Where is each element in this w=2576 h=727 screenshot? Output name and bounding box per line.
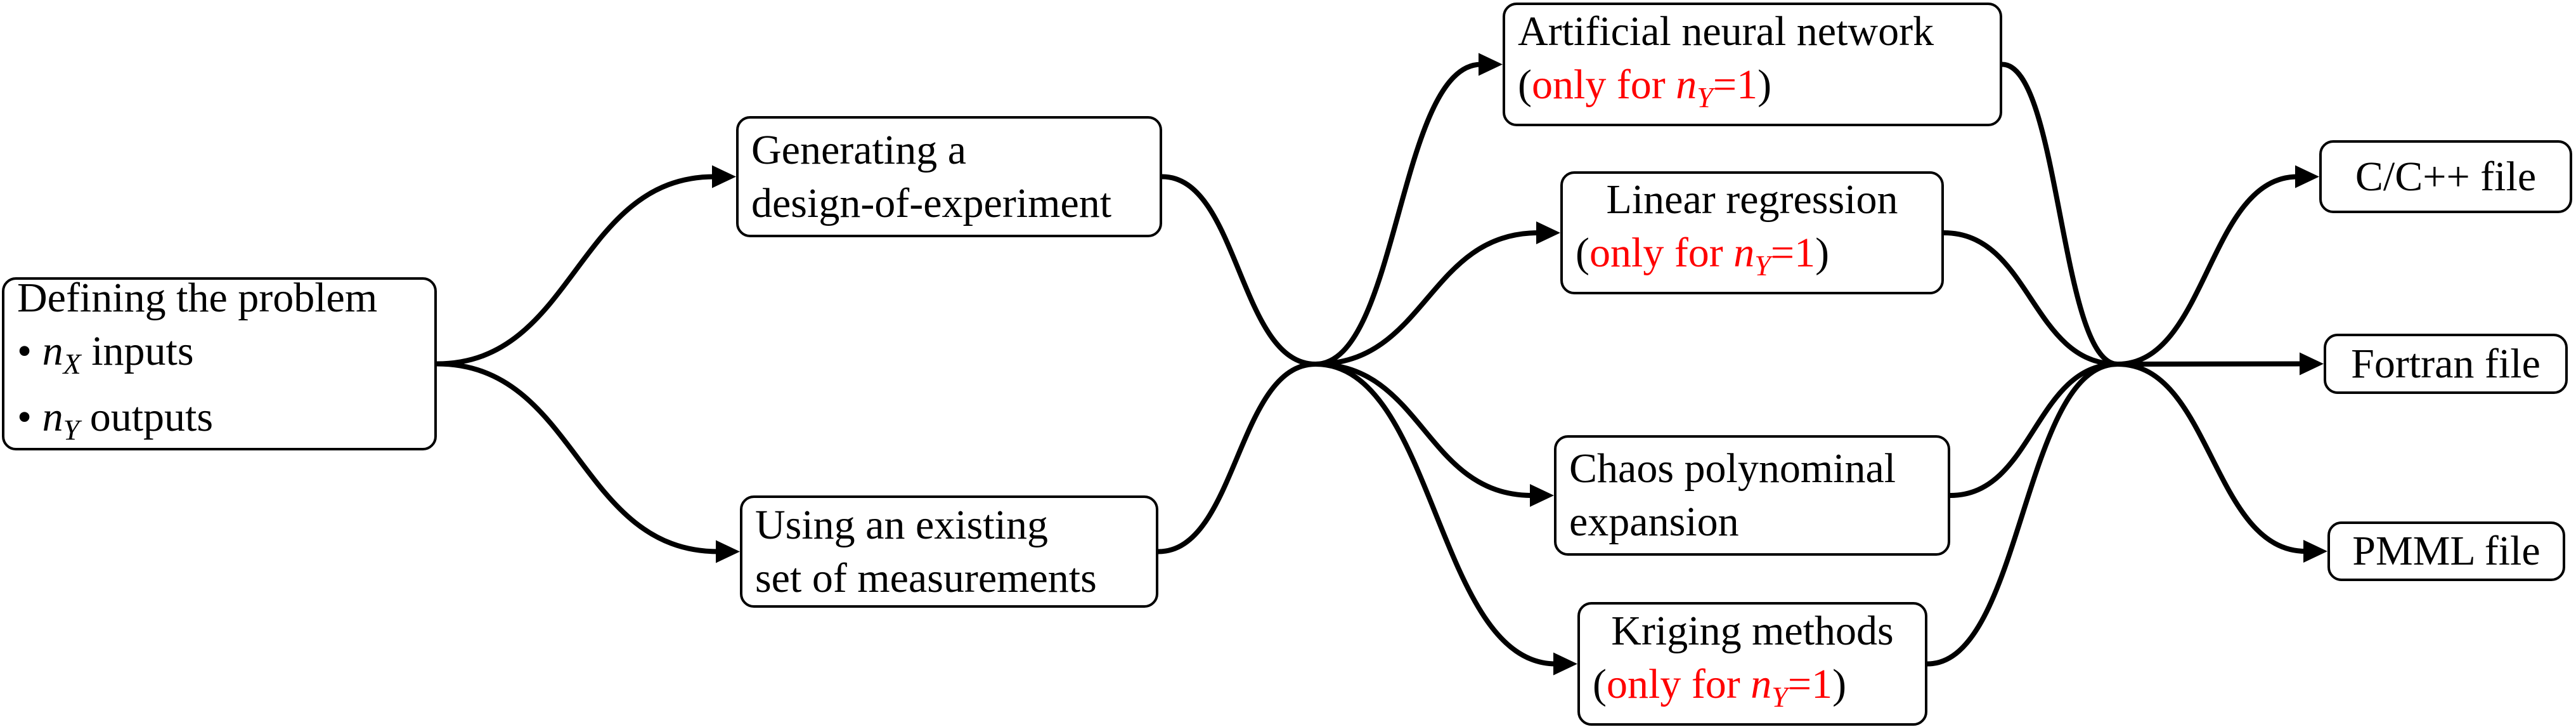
node-defining-problem: Defining the problem • nX inputs • nY outp… xyxy=(2,275,437,450)
text-fragment: set of measurements xyxy=(755,554,1097,601)
node-text-line: Defining the problem xyxy=(17,272,422,325)
edge-hub2-to-c xyxy=(2117,174,2298,367)
node-text-line: (only for nY=1) xyxy=(1518,58,1987,124)
text-fragment: Kriging methods xyxy=(1611,607,1894,654)
text-fragment: n xyxy=(1733,230,1755,276)
text-fragment: Artificial neural network xyxy=(1518,8,1934,55)
node-text-line: Fortran file xyxy=(2339,337,2553,391)
node-text-line: design-of-experiment xyxy=(751,177,1147,230)
text-fragment: PMML file xyxy=(2352,528,2540,574)
text-fragment: n xyxy=(1751,660,1772,707)
text-fragment: ( xyxy=(1593,660,1607,707)
text-fragment: • xyxy=(17,393,42,440)
node-text-line: • nX inputs xyxy=(17,325,422,391)
text-fragment: Defining the problem xyxy=(17,274,378,321)
node-chaos-polynomial-expansion: Chaos polynominal expansion xyxy=(1554,435,1950,556)
node-artificial-neural-network: Artificial neural network (only for nY=1) xyxy=(1503,3,2002,126)
text-fragment: only for xyxy=(1606,660,1751,707)
edge-define-to-use xyxy=(436,361,719,554)
edge-hub1-to-ann xyxy=(1315,62,1482,367)
text-fragment: design-of-experiment xyxy=(751,180,1112,226)
arrowhead-icon xyxy=(1530,484,1554,507)
text-fragment: =1 xyxy=(1787,660,1833,707)
arrowhead-icon xyxy=(1553,652,1577,676)
text-fragment: C/C++ file xyxy=(2355,153,2537,200)
node-linear-regression: Linear regression (only for nY=1) xyxy=(1560,171,1944,294)
node-text-line: C/C++ file xyxy=(2334,150,2557,204)
node-fortran-file: Fortran file xyxy=(2324,334,2568,394)
text-fragment: Y xyxy=(1697,81,1713,114)
node-text-line: (only for nY=1) xyxy=(1593,658,1912,724)
arrowhead-icon xyxy=(716,540,740,563)
arrowhead-icon xyxy=(2300,352,2324,376)
text-fragment: ( xyxy=(1518,61,1532,108)
edge-ann-to-hub2 xyxy=(2002,62,2118,367)
node-pmml-file: PMML file xyxy=(2327,521,2565,581)
text-fragment: ( xyxy=(1576,230,1589,276)
text-fragment: expansion xyxy=(1569,499,1739,545)
node-text-line: expansion xyxy=(1569,495,1935,549)
text-fragment: =1 xyxy=(1712,61,1758,108)
edge-hub2-to-fortran xyxy=(2117,361,2303,367)
text-fragment: Generating a xyxy=(751,126,966,173)
node-text-line: Using an existing xyxy=(755,499,1143,552)
text-fragment: =1 xyxy=(1770,230,1816,276)
text-fragment: Y xyxy=(1754,249,1771,282)
text-fragment: only for xyxy=(1531,61,1676,108)
edge-krig-to-hub2 xyxy=(1927,362,2118,667)
arrowhead-icon xyxy=(2303,540,2327,563)
edge-use-to-hub1 xyxy=(1158,362,1316,554)
node-text-line: Chaos polynominal xyxy=(1569,442,1935,495)
text-fragment: Linear regression xyxy=(1606,176,1898,223)
text-fragment: Using an existing xyxy=(755,501,1048,548)
text-fragment: inputs xyxy=(81,327,194,374)
node-text-line: PMML file xyxy=(2343,525,2550,578)
arrowhead-icon xyxy=(712,165,736,188)
edge-gen-to-hub1 xyxy=(1162,174,1316,367)
node-text-line: set of measurements xyxy=(755,552,1143,605)
edge-hub2-to-pmml xyxy=(2117,362,2307,554)
text-fragment: n xyxy=(1676,61,1697,108)
text-fragment: ) xyxy=(1832,660,1847,707)
node-kriging-methods: Kriging methods (only for nY=1) xyxy=(1577,602,1927,726)
arrowhead-icon xyxy=(1536,221,1560,244)
text-fragment: ) xyxy=(1757,61,1772,108)
edge-hub1-to-chaos xyxy=(1315,362,1533,498)
arrowhead-icon xyxy=(1479,53,1503,76)
node-text-line: Kriging methods xyxy=(1593,605,1912,658)
node-text-line: (only for nY=1) xyxy=(1576,226,1929,292)
text-fragment: outputs xyxy=(79,393,214,440)
text-fragment: X xyxy=(63,347,81,380)
text-fragment: n xyxy=(42,327,63,374)
text-fragment: Y xyxy=(1771,680,1788,713)
node-existing-measurements: Using an existing set of measurements xyxy=(740,495,1158,608)
edge-hub1-to-krig xyxy=(1315,362,1557,667)
node-text-line: Artificial neural network xyxy=(1518,5,1987,58)
arrowhead-icon xyxy=(2295,165,2319,188)
text-fragment: • xyxy=(17,327,42,374)
text-fragment: only for xyxy=(1589,230,1734,276)
edge-define-to-gen xyxy=(436,174,715,367)
text-fragment: Y xyxy=(63,413,80,446)
node-generating-doe: Generating a design-of-experiment xyxy=(736,116,1162,237)
node-text-line: • nY outputs xyxy=(17,391,422,457)
text-fragment: ) xyxy=(1815,230,1830,276)
node-c-cpp-file: C/C++ file xyxy=(2319,140,2572,213)
node-text-line: Linear regression xyxy=(1576,173,1929,226)
text-fragment: Chaos polynominal xyxy=(1569,445,1896,492)
text-fragment: n xyxy=(42,393,63,440)
text-fragment: Fortran file xyxy=(2351,340,2540,387)
node-text-line: Generating a xyxy=(751,124,1147,177)
